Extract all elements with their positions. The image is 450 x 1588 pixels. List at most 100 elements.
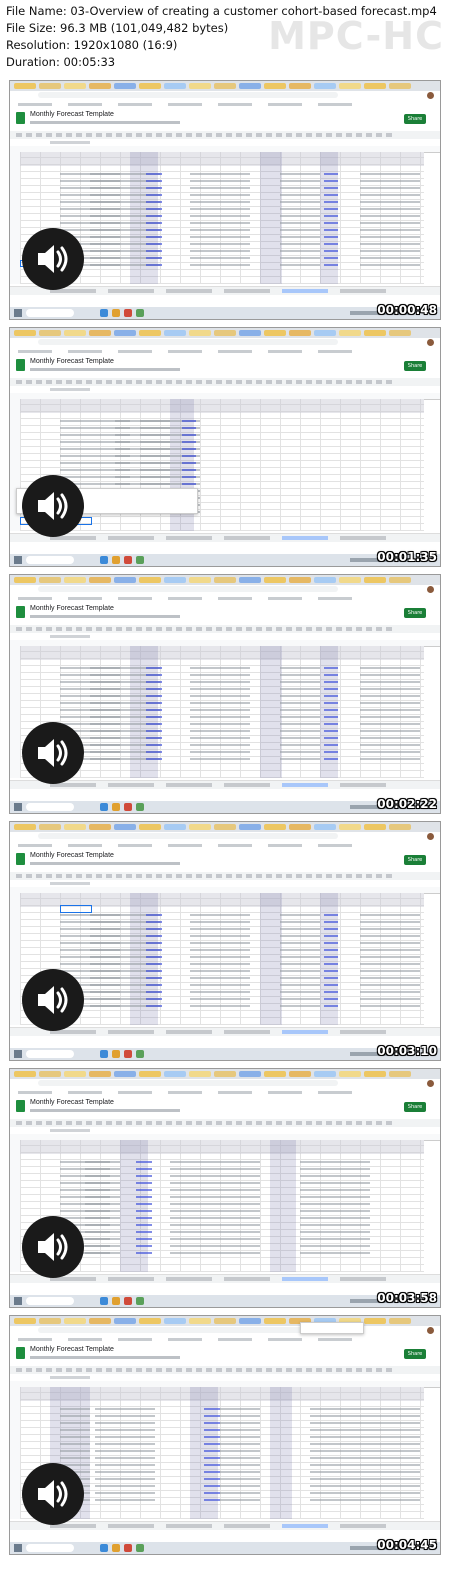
browser-tab[interactable] — [64, 330, 86, 336]
share-button[interactable]: Share — [404, 1349, 426, 1359]
taskbar-app-icon[interactable] — [112, 1297, 120, 1305]
document-title[interactable]: Monthly Forecast Template — [30, 1346, 114, 1353]
taskbar-search[interactable] — [26, 1297, 74, 1305]
sheet-tab[interactable] — [282, 783, 328, 787]
taskbar-search[interactable] — [26, 556, 74, 564]
sheet-tab[interactable] — [108, 1030, 154, 1034]
browser-tab[interactable] — [364, 83, 386, 89]
bookmark-item[interactable] — [118, 103, 152, 106]
sheet-tab[interactable] — [282, 289, 328, 293]
browser-tab[interactable] — [289, 577, 311, 583]
browser-tab[interactable] — [89, 330, 111, 336]
sheet-tab[interactable] — [224, 1030, 270, 1034]
browser-tab[interactable] — [164, 330, 186, 336]
bookmark-item[interactable] — [218, 1091, 252, 1094]
browser-tab[interactable] — [114, 824, 136, 830]
browser-tab[interactable] — [239, 824, 261, 830]
bookmark-item[interactable] — [218, 103, 252, 106]
browser-tab[interactable] — [39, 330, 61, 336]
taskbar-search[interactable] — [26, 1050, 74, 1058]
browser-tab[interactable] — [139, 824, 161, 830]
browser-tab[interactable] — [214, 577, 236, 583]
windows-start-icon[interactable] — [14, 309, 22, 317]
browser-tab[interactable] — [14, 1071, 36, 1077]
browser-tab[interactable] — [339, 824, 361, 830]
avatar[interactable] — [427, 1080, 434, 1087]
avatar[interactable] — [427, 1327, 434, 1334]
bookmark-item[interactable] — [318, 350, 352, 353]
browser-tab[interactable] — [289, 83, 311, 89]
taskbar-app-icon[interactable] — [124, 1297, 132, 1305]
taskbar-app-icon[interactable] — [100, 1297, 108, 1305]
windows-start-icon[interactable] — [14, 1050, 22, 1058]
browser-tab[interactable] — [389, 824, 411, 830]
formatting-toolbar[interactable] — [10, 1119, 440, 1127]
share-button[interactable]: Share — [404, 608, 426, 618]
browser-tab[interactable] — [139, 577, 161, 583]
menu-bar[interactable] — [30, 1356, 180, 1359]
bookmark-item[interactable] — [18, 1091, 52, 1094]
url-field[interactable] — [38, 1327, 338, 1333]
formatting-toolbar[interactable] — [10, 625, 440, 633]
browser-tab[interactable] — [389, 330, 411, 336]
taskbar-app-icon[interactable] — [124, 309, 132, 317]
browser-tab[interactable] — [89, 577, 111, 583]
browser-tab[interactable] — [389, 1071, 411, 1077]
browser-tab[interactable] — [139, 1318, 161, 1324]
toolbar-buttons[interactable] — [16, 380, 396, 384]
browser-tab[interactable] — [39, 83, 61, 89]
taskbar-app-icon[interactable] — [136, 309, 144, 317]
avatar[interactable] — [427, 339, 434, 346]
browser-tab[interactable] — [314, 824, 336, 830]
formula-input[interactable] — [50, 635, 90, 638]
browser-tab[interactable] — [389, 1318, 411, 1324]
bookmark-item[interactable] — [218, 1338, 252, 1341]
browser-tab[interactable] — [264, 1318, 286, 1324]
bookmark-item[interactable] — [18, 103, 52, 106]
sheet-tab[interactable] — [340, 536, 386, 540]
sheet-tab[interactable] — [108, 783, 154, 787]
bookmark-item[interactable] — [118, 844, 152, 847]
share-button[interactable]: Share — [404, 114, 426, 124]
bookmark-item[interactable] — [218, 350, 252, 353]
bookmark-item[interactable] — [168, 103, 202, 106]
taskbar-app-icon[interactable] — [112, 803, 120, 811]
browser-tab[interactable] — [114, 330, 136, 336]
chart-popup[interactable] — [300, 1322, 364, 1334]
browser-tab[interactable] — [264, 824, 286, 830]
sheet-tab[interactable] — [282, 1524, 328, 1528]
formula-input[interactable] — [50, 388, 90, 391]
browser-tab[interactable] — [139, 330, 161, 336]
sheet-tab[interactable] — [340, 1030, 386, 1034]
browser-tab[interactable] — [14, 824, 36, 830]
browser-tab[interactable] — [189, 824, 211, 830]
browser-tab[interactable] — [64, 83, 86, 89]
browser-tab[interactable] — [364, 1071, 386, 1077]
sheet-tab[interactable] — [166, 783, 212, 787]
browser-tab[interactable] — [239, 1318, 261, 1324]
browser-tab[interactable] — [339, 577, 361, 583]
bookmark-item[interactable] — [268, 350, 302, 353]
sheet-tab[interactable] — [224, 536, 270, 540]
browser-tab[interactable] — [189, 1071, 211, 1077]
bookmark-item[interactable] — [168, 844, 202, 847]
bookmark-item[interactable] — [118, 1338, 152, 1341]
url-field[interactable] — [38, 586, 338, 592]
browser-tab[interactable] — [189, 1318, 211, 1324]
browser-tab[interactable] — [264, 330, 286, 336]
taskbar-app-icon[interactable] — [124, 1050, 132, 1058]
bookmark-item[interactable] — [318, 597, 352, 600]
browser-tab[interactable] — [264, 83, 286, 89]
formatting-toolbar[interactable] — [10, 1366, 440, 1374]
bookmark-item[interactable] — [168, 350, 202, 353]
share-button[interactable]: Share — [404, 361, 426, 371]
formula-input[interactable] — [50, 1376, 90, 1379]
browser-tab[interactable] — [364, 577, 386, 583]
browser-tab[interactable] — [64, 824, 86, 830]
taskbar-search[interactable] — [26, 309, 74, 317]
browser-tab[interactable] — [214, 1318, 236, 1324]
browser-tab[interactable] — [314, 577, 336, 583]
browser-tab[interactable] — [289, 330, 311, 336]
bookmark-item[interactable] — [168, 1091, 202, 1094]
share-button[interactable]: Share — [404, 855, 426, 865]
